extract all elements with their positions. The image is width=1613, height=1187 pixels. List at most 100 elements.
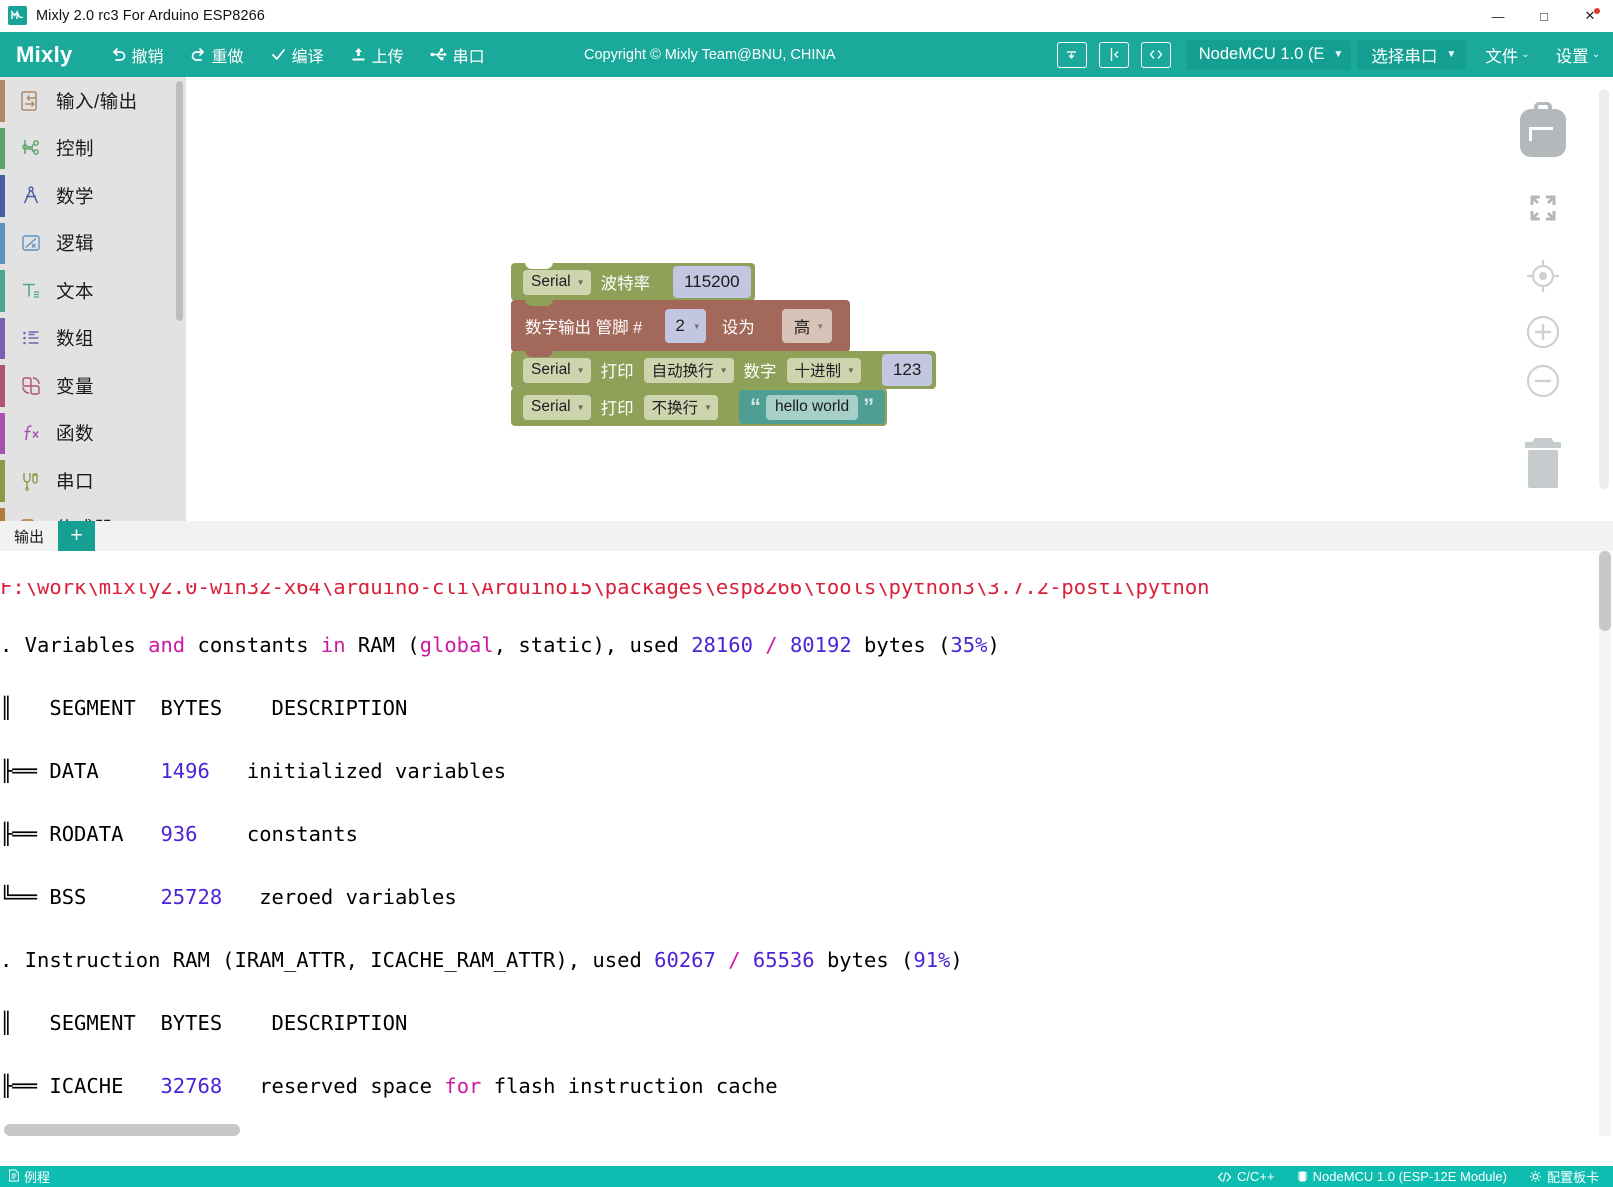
console-number: 65536 [752,948,815,972]
control-icon [14,136,48,160]
block-digital-write[interactable]: 数字输出 管脚 # 2 ▼ 设为 高 ▼ [511,299,936,352]
sidebar-item-label: 变量 [56,375,95,397]
code-view-icon[interactable] [1140,41,1171,68]
block-body[interactable]: Serial ▼ 波特率 115200 [511,262,755,301]
sidebar-item-io[interactable]: 输入/输出 [0,77,186,125]
upload-button[interactable]: 上传 [337,32,417,77]
blockly-workspace[interactable]: Serial ▼ 波特率 115200 数字输出 管脚 # 2 ▼ 设为 高 ▼… [186,77,1613,566]
variable-icon [14,374,48,398]
board-select-label: NodeMCU 1.0 (E [1198,45,1325,63]
language-label: C/C++ [1237,1169,1275,1184]
block-notch-icon [525,299,553,306]
block-body[interactable]: Serial ▼ 打印 不换行 ▼ “ hello world ” [511,387,888,426]
close-button[interactable]: ✕ [1567,0,1613,32]
sidebar-item-logic[interactable]: 逻辑 [0,220,186,268]
chevron-down-icon: ▼ [719,365,728,375]
block-serial-begin[interactable]: Serial ▼ 波特率 115200 [511,262,936,301]
logic-icon [14,231,48,255]
board-indicator[interactable]: NodeMCU 1.0 (ESP-12E Module) [1297,1169,1507,1184]
configure-board-button[interactable]: 配置板卡 [1529,1167,1599,1186]
serial-port-dropdown[interactable]: Serial ▼ [523,394,591,420]
file-menu-label: 文件 [1485,47,1519,66]
console-number: 32768 [160,1074,223,1098]
level-dropdown[interactable]: 高 ▼ [781,309,833,343]
maximize-button[interactable]: □ [1521,0,1567,32]
tab-output[interactable]: 输出 [0,521,58,551]
board-select-dropdown[interactable]: NodeMCU 1.0 (E ▼ [1186,39,1352,70]
block-serial-print-number[interactable]: Serial ▼ 打印 自动换行 ▼ 数字 十进制 ▼ 123 [511,350,937,389]
settings-menu[interactable]: 设置 ⌄ [1543,32,1613,77]
center-target-icon[interactable] [1524,257,1562,300]
language-indicator[interactable]: C/C++ [1217,1169,1275,1184]
app-brand-label: Mixly [16,41,73,67]
undo-button[interactable]: 撤销 [97,32,177,77]
sidebar-item-function[interactable]: 函数 [0,410,186,458]
backpack-icon[interactable] [1515,99,1571,166]
zoom-out-icon[interactable] [1523,361,1563,406]
sidebar-item-variable[interactable]: 变量 [0,362,186,410]
add-tab-button[interactable]: + [58,521,96,551]
newline-mode-dropdown[interactable]: 自动换行 ▼ [643,357,734,383]
zoom-in-icon[interactable] [1523,312,1563,357]
block-text-string[interactable]: “ hello world ” [739,390,886,424]
text-string-field[interactable]: hello world [766,394,859,420]
save-box-icon[interactable] [1056,41,1087,68]
sidebar-item-math[interactable]: 数学 [0,172,186,220]
pin-number-dropdown[interactable]: 2 ▼ [665,309,706,343]
console-tree: ╚══ [0,885,38,909]
panel-toggle-icon[interactable] [1098,41,1129,68]
console-line: ║ SEGMENT BYTES DESCRIPTION [0,696,408,720]
console-text: , static), used [493,633,692,657]
sidebar-item-text[interactable]: 文本 [0,267,186,315]
block-category-sidebar: 输入/输出 控制 数学 逻辑 文本 数组 变量 函数 串口 [0,77,186,566]
sidebar-item-label: 控制 [56,138,95,160]
quote-open-icon: “ [750,394,761,419]
console-line: ╟══ RODATA 936 constants [0,819,1613,851]
serial-port-dropdown[interactable]: Serial ▼ [523,269,591,295]
window-title: Mixly 2.0 rc3 For Arduino ESP8266 [36,7,265,24]
sidebar-item-label: 函数 [56,423,95,445]
print-number-field[interactable]: 123 [881,354,933,386]
sidebar-item-label: 数组 [56,328,95,350]
minimize-button[interactable]: — [1475,0,1521,32]
trash-icon[interactable] [1517,432,1569,493]
file-menu[interactable]: 文件 ⌄ [1472,32,1542,77]
serial-port-dropdown[interactable]: Serial ▼ [523,357,591,383]
workspace-vertical-scrollbar[interactable] [1599,89,1609,489]
sidebar-item-control[interactable]: 控制 [0,125,186,173]
expand-icon[interactable] [1527,192,1559,229]
redo-button[interactable]: 重做 [177,32,257,77]
category-color-bar [0,127,5,169]
baud-rate-field[interactable]: 115200 [673,266,751,298]
sidebar-scrollbar[interactable] [176,81,183,321]
serial-monitor-button[interactable]: 串口 [417,32,498,77]
undo-label: 撤销 [131,48,164,66]
block-body[interactable]: Serial ▼ 打印 自动换行 ▼ 数字 十进制 ▼ 123 [511,350,937,389]
category-color-bar [0,460,5,502]
serial-port-value: Serial [531,273,571,290]
port-select-dropdown[interactable]: 选择串口 ▼ [1357,39,1467,70]
title-bar: Mixly 2.0 rc3 For Arduino ESP8266 — □ ✕ [0,0,1613,32]
usb-icon [430,46,448,63]
sidebar-item-array[interactable]: 数组 [0,315,186,363]
category-color-bar [0,80,5,122]
console-vertical-scrollbar[interactable] [1599,551,1611,631]
examples-button[interactable]: 例程 [8,1167,50,1186]
compile-button[interactable]: 编译 [257,32,337,77]
newline-mode-dropdown[interactable]: 不换行 ▼ [643,394,718,420]
console-horizontal-scrollbar[interactable] [4,1124,240,1136]
block-stack[interactable]: Serial ▼ 波特率 115200 数字输出 管脚 # 2 ▼ 设为 高 ▼… [511,262,937,426]
console-slash: / [752,633,790,657]
block-body[interactable]: 数字输出 管脚 # 2 ▼ 设为 高 ▼ [511,299,851,352]
category-color-bar [0,317,5,359]
number-base-dropdown[interactable]: 十进制 ▼ [786,357,861,383]
console-output[interactable]: F:\work\mixly2.0-win32-x64\arduino-cli\A… [0,551,1613,1136]
value-socket: 115200 [656,266,751,298]
code-icon [1217,1171,1232,1183]
block-serial-print-text[interactable]: Serial ▼ 打印 不换行 ▼ “ hello world ” [511,387,936,426]
sidebar-item-serial[interactable]: 串口 [0,457,186,505]
